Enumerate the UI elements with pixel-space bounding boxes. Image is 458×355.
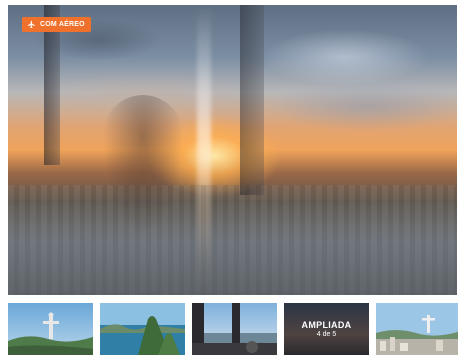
thumbnail-5-image (376, 303, 458, 355)
thumbnail-3-image (192, 303, 277, 355)
cockpit-shadow (8, 235, 457, 295)
thumbnail-1-image (8, 303, 93, 355)
with-flight-badge: COM AÉREO (22, 17, 91, 32)
window-frame-right (240, 5, 264, 195)
main-photo[interactable]: COM AÉREO (8, 5, 457, 295)
photo-counter: 4 de 5 (316, 331, 337, 338)
thumbnail-5[interactable] (376, 303, 458, 355)
airplane-icon (27, 20, 35, 29)
thumbnail-1[interactable] (8, 303, 93, 355)
thumbnail-3[interactable] (192, 303, 277, 355)
badge-label: COM AÉREO (40, 21, 85, 28)
thumbnail-strip: AMPLIADA 4 de 5 (8, 303, 458, 355)
thumbnail-4[interactable]: AMPLIADA 4 de 5 (284, 303, 369, 355)
thumbnail-2[interactable] (100, 303, 185, 355)
expanded-indicator: AMPLIADA 4 de 5 (284, 303, 369, 355)
thumbnail-2-image (100, 303, 185, 355)
expanded-label: AMPLIADA (301, 320, 352, 330)
passenger-reflection (103, 95, 183, 235)
